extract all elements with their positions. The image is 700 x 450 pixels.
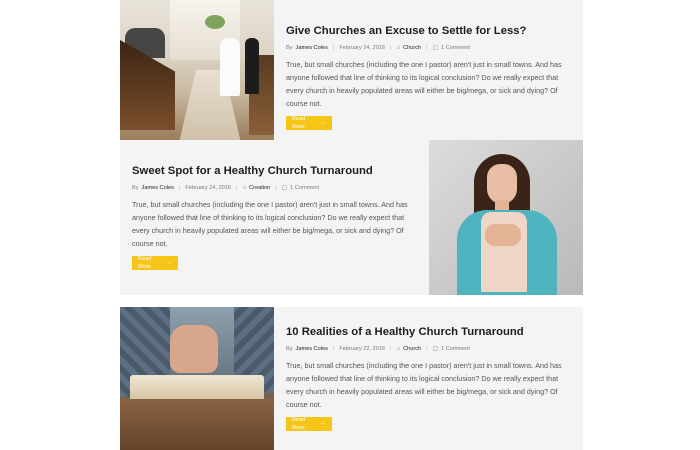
author-prefix: By bbox=[132, 185, 139, 192]
post-excerpt: True, but small churches (including the … bbox=[132, 199, 408, 248]
meta-separator: | bbox=[390, 346, 392, 353]
post-image-wedding-church[interactable] bbox=[120, 0, 274, 155]
comments-link[interactable]: 1 Comment bbox=[441, 346, 470, 352]
hands bbox=[485, 224, 521, 246]
flowers bbox=[205, 15, 225, 29]
category-link[interactable]: Church bbox=[403, 45, 421, 51]
category-link[interactable]: Church bbox=[403, 346, 421, 352]
post-card: 10 Realities of a Healthy Church Turnaro… bbox=[120, 307, 583, 450]
read-more-button[interactable]: Read More → bbox=[286, 416, 332, 431]
folded-hands bbox=[170, 325, 218, 373]
comment-icon: ☐ bbox=[432, 346, 439, 353]
post-body: 10 Realities of a Healthy Church Turnaro… bbox=[274, 307, 583, 450]
meta-separator: | bbox=[275, 185, 277, 192]
author-prefix: By bbox=[286, 45, 293, 52]
comment-icon: ☐ bbox=[281, 185, 288, 192]
post-title[interactable]: 10 Realities of a Healthy Church Turnaro… bbox=[286, 326, 571, 340]
post-title[interactable]: Give Churches an Excuse to Settle for Le… bbox=[286, 25, 571, 39]
read-more-button[interactable]: Read More → bbox=[132, 255, 178, 270]
arrow-right-icon: → bbox=[319, 419, 326, 427]
read-more-label: Read More bbox=[138, 255, 152, 270]
author-link[interactable]: James Coles bbox=[296, 45, 328, 51]
post-body: Sweet Spot for a Healthy Church Turnarou… bbox=[120, 140, 429, 295]
post-title[interactable]: Sweet Spot for a Healthy Church Turnarou… bbox=[132, 165, 417, 179]
post-excerpt: True, but small churches (including the … bbox=[286, 59, 562, 108]
comments-link[interactable]: 1 Comment bbox=[441, 45, 470, 51]
meta-separator: | bbox=[390, 45, 392, 52]
wooden-table bbox=[120, 399, 274, 450]
meta-separator: | bbox=[332, 45, 335, 52]
read-more-label: Read More bbox=[292, 416, 306, 431]
meta-separator: | bbox=[426, 346, 428, 353]
author-link[interactable]: James Coles bbox=[296, 346, 328, 352]
comments-link[interactable]: 1 Comment bbox=[290, 185, 319, 191]
face bbox=[487, 164, 517, 204]
meta-separator: | bbox=[426, 45, 428, 52]
post-date: February 24, 2016 bbox=[185, 185, 232, 192]
post-meta: By James Coles | February 22, 2016 | ⌂ C… bbox=[286, 346, 571, 353]
tag-icon: ⌂ bbox=[396, 346, 401, 353]
read-more-button[interactable]: Read More → bbox=[286, 115, 332, 130]
read-more-label: Read More bbox=[292, 115, 306, 130]
meta-separator: | bbox=[178, 185, 181, 192]
author-link[interactable]: James Coles bbox=[142, 185, 174, 191]
category-link[interactable]: Creation bbox=[249, 185, 270, 191]
meta-separator: | bbox=[236, 185, 238, 192]
post-date: February 22, 2016 bbox=[339, 346, 386, 353]
arrow-right-icon: → bbox=[165, 258, 172, 266]
post-body: Give Churches an Excuse to Settle for Le… bbox=[274, 0, 583, 155]
post-card: Give Churches an Excuse to Settle for Le… bbox=[120, 0, 583, 155]
comment-icon: ☐ bbox=[432, 45, 439, 52]
tag-icon: ⌂ bbox=[242, 185, 247, 192]
tag-icon: ⌂ bbox=[396, 45, 401, 52]
bride bbox=[220, 38, 240, 96]
post-date: February 24, 2016 bbox=[339, 45, 386, 52]
author-prefix: By bbox=[286, 346, 293, 353]
groom bbox=[245, 38, 259, 94]
post-image-praying-woman[interactable] bbox=[429, 140, 583, 295]
post-excerpt: True, but small churches (including the … bbox=[286, 360, 562, 409]
arrow-right-icon: → bbox=[319, 118, 326, 126]
post-image-praying-hands[interactable] bbox=[120, 307, 274, 450]
post-meta: By James Coles | February 24, 2016 | ⌂ C… bbox=[132, 185, 417, 192]
post-meta: By James Coles | February 24, 2016 | ⌂ C… bbox=[286, 45, 571, 52]
meta-separator: | bbox=[332, 346, 335, 353]
post-card: Sweet Spot for a Healthy Church Turnarou… bbox=[120, 140, 583, 295]
open-bible bbox=[130, 375, 264, 401]
